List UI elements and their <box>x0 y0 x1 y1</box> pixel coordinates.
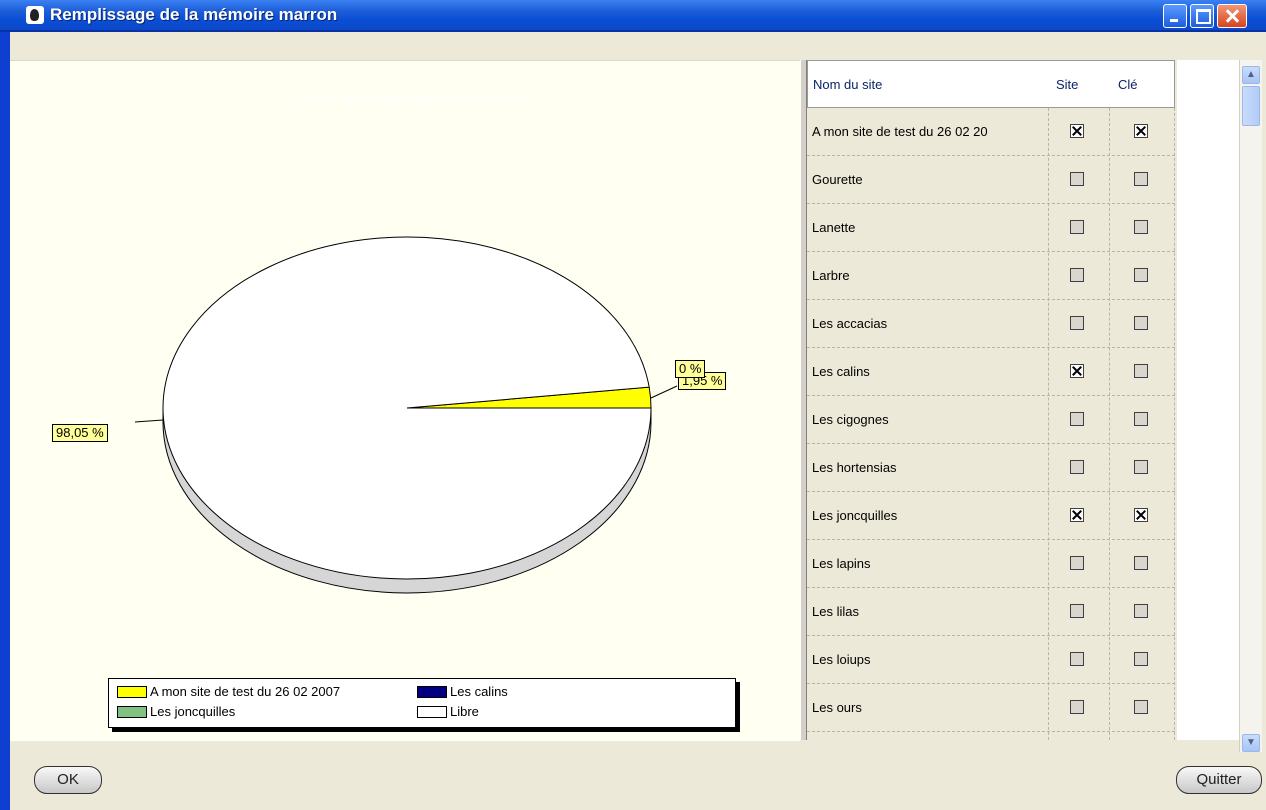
column-divider <box>1174 108 1175 740</box>
legend-swatch <box>417 686 447 698</box>
table-row[interactable]: Les loiups <box>807 636 1175 684</box>
table-row[interactable]: Les lapins <box>807 540 1175 588</box>
legend-item: A mon site de test du 26 02 2007 <box>117 684 340 700</box>
column-divider <box>1048 108 1049 740</box>
site-checkbox[interactable] <box>1070 316 1084 330</box>
site-name-cell: Les accacias <box>812 316 888 331</box>
site-name-cell: Les lilas <box>812 604 859 619</box>
leader-line <box>650 385 678 399</box>
site-checkbox[interactable] <box>1070 652 1084 666</box>
table-row[interactable]: Les calins <box>807 348 1175 396</box>
site-name-cell: A mon site de test du 26 02 20 <box>812 124 988 139</box>
key-checkbox[interactable] <box>1134 412 1148 426</box>
key-checkbox[interactable] <box>1134 604 1148 618</box>
legend-swatch <box>117 706 147 718</box>
site-name-cell: Les cigognes <box>812 412 889 427</box>
sites-table: Nom du site Site Clé A mon site de test … <box>807 60 1177 740</box>
site-checkbox[interactable] <box>1070 508 1084 522</box>
legend-item: Les calins <box>417 684 508 700</box>
site-checkbox[interactable] <box>1070 124 1084 138</box>
site-checkbox[interactable] <box>1070 556 1084 570</box>
table-row[interactable]: Les lilas <box>807 588 1175 636</box>
slice-value-label: 98,05 % <box>52 424 108 442</box>
table-row[interactable]: Les cigognes <box>807 396 1175 444</box>
table-empty-area <box>1177 60 1239 740</box>
table-row[interactable]: Lanette <box>807 204 1175 252</box>
legend-label: A mon site de test du 26 02 2007 <box>150 684 341 699</box>
column-divider <box>1109 108 1110 740</box>
ok-button[interactable]: OK <box>34 766 102 794</box>
scroll-down-icon[interactable]: ▼ <box>1242 734 1260 752</box>
key-checkbox[interactable] <box>1134 268 1148 282</box>
site-checkbox[interactable] <box>1070 364 1084 378</box>
maximize-button[interactable] <box>1190 4 1214 28</box>
leader-line <box>134 419 164 423</box>
column-header-name[interactable]: Nom du site <box>813 77 882 92</box>
table-row[interactable]: Les ours <box>807 684 1175 732</box>
scroll-thumb[interactable] <box>1242 86 1260 126</box>
key-checkbox[interactable] <box>1134 700 1148 714</box>
scroll-up-icon[interactable]: ▲ <box>1242 66 1260 84</box>
key-checkbox[interactable] <box>1134 364 1148 378</box>
table-row[interactable]: Gourette <box>807 156 1175 204</box>
key-checkbox[interactable] <box>1134 316 1148 330</box>
site-name-cell: Les hortensias <box>812 460 897 475</box>
column-header-key[interactable]: Clé <box>1118 77 1138 92</box>
site-name-cell: Les calins <box>812 364 870 379</box>
site-checkbox[interactable] <box>1070 172 1084 186</box>
site-name-cell: Les ours <box>812 700 862 715</box>
button-bar: OK Quitter <box>10 752 1266 810</box>
legend-swatch <box>417 706 447 718</box>
legend-item: Les joncquilles <box>117 704 235 720</box>
table-row[interactable]: Les hortensias <box>807 444 1175 492</box>
minimize-button[interactable] <box>1163 4 1187 28</box>
chart-legend: A mon site de test du 26 02 2007 Les cal… <box>108 678 736 728</box>
key-checkbox[interactable] <box>1134 652 1148 666</box>
slice-value-label: 0 % <box>675 360 706 378</box>
key-checkbox[interactable] <box>1134 556 1148 570</box>
key-checkbox[interactable] <box>1134 124 1148 138</box>
site-checkbox[interactable] <box>1070 460 1084 474</box>
site-checkbox[interactable] <box>1070 220 1084 234</box>
site-checkbox[interactable] <box>1070 268 1084 282</box>
key-checkbox[interactable] <box>1134 508 1148 522</box>
close-button[interactable] <box>1217 4 1247 28</box>
splitter[interactable] <box>800 60 807 740</box>
legend-item: Libre <box>417 704 479 720</box>
site-checkbox[interactable] <box>1070 412 1084 426</box>
site-name-cell: Larbre <box>812 268 850 283</box>
quit-button[interactable]: Quitter <box>1176 766 1262 794</box>
site-checkbox[interactable] <box>1070 604 1084 618</box>
site-name-cell: Les joncquilles <box>812 508 898 523</box>
column-header-site[interactable]: Site <box>1056 77 1078 92</box>
legend-label: Libre <box>450 704 479 719</box>
site-checkbox[interactable] <box>1070 700 1084 714</box>
table-header: Nom du site Site Clé <box>807 60 1175 108</box>
legend-label: Les calins <box>450 684 508 699</box>
site-name-cell: Les loiups <box>812 652 871 667</box>
table-row[interactable]: A mon site de test du 26 02 20 <box>807 108 1175 156</box>
table-row[interactable]: Les joncquilles <box>807 492 1175 540</box>
legend-label: Les joncquilles <box>150 704 236 719</box>
site-name-cell: Lanette <box>812 220 856 235</box>
table-row[interactable]: Larbre <box>807 252 1175 300</box>
table-row[interactable]: Les roses <box>807 732 1175 740</box>
pie-slice <box>162 236 652 580</box>
legend-swatch <box>117 686 147 698</box>
site-name-cell: Les lapins <box>812 556 871 571</box>
key-checkbox[interactable] <box>1134 460 1148 474</box>
table-row[interactable]: Les accacias <box>807 300 1175 348</box>
site-name-cell: Gourette <box>812 172 863 187</box>
vertical-scrollbar[interactable]: ▲ ▼ <box>1239 60 1262 752</box>
key-checkbox[interactable] <box>1134 220 1148 234</box>
key-checkbox[interactable] <box>1134 172 1148 186</box>
